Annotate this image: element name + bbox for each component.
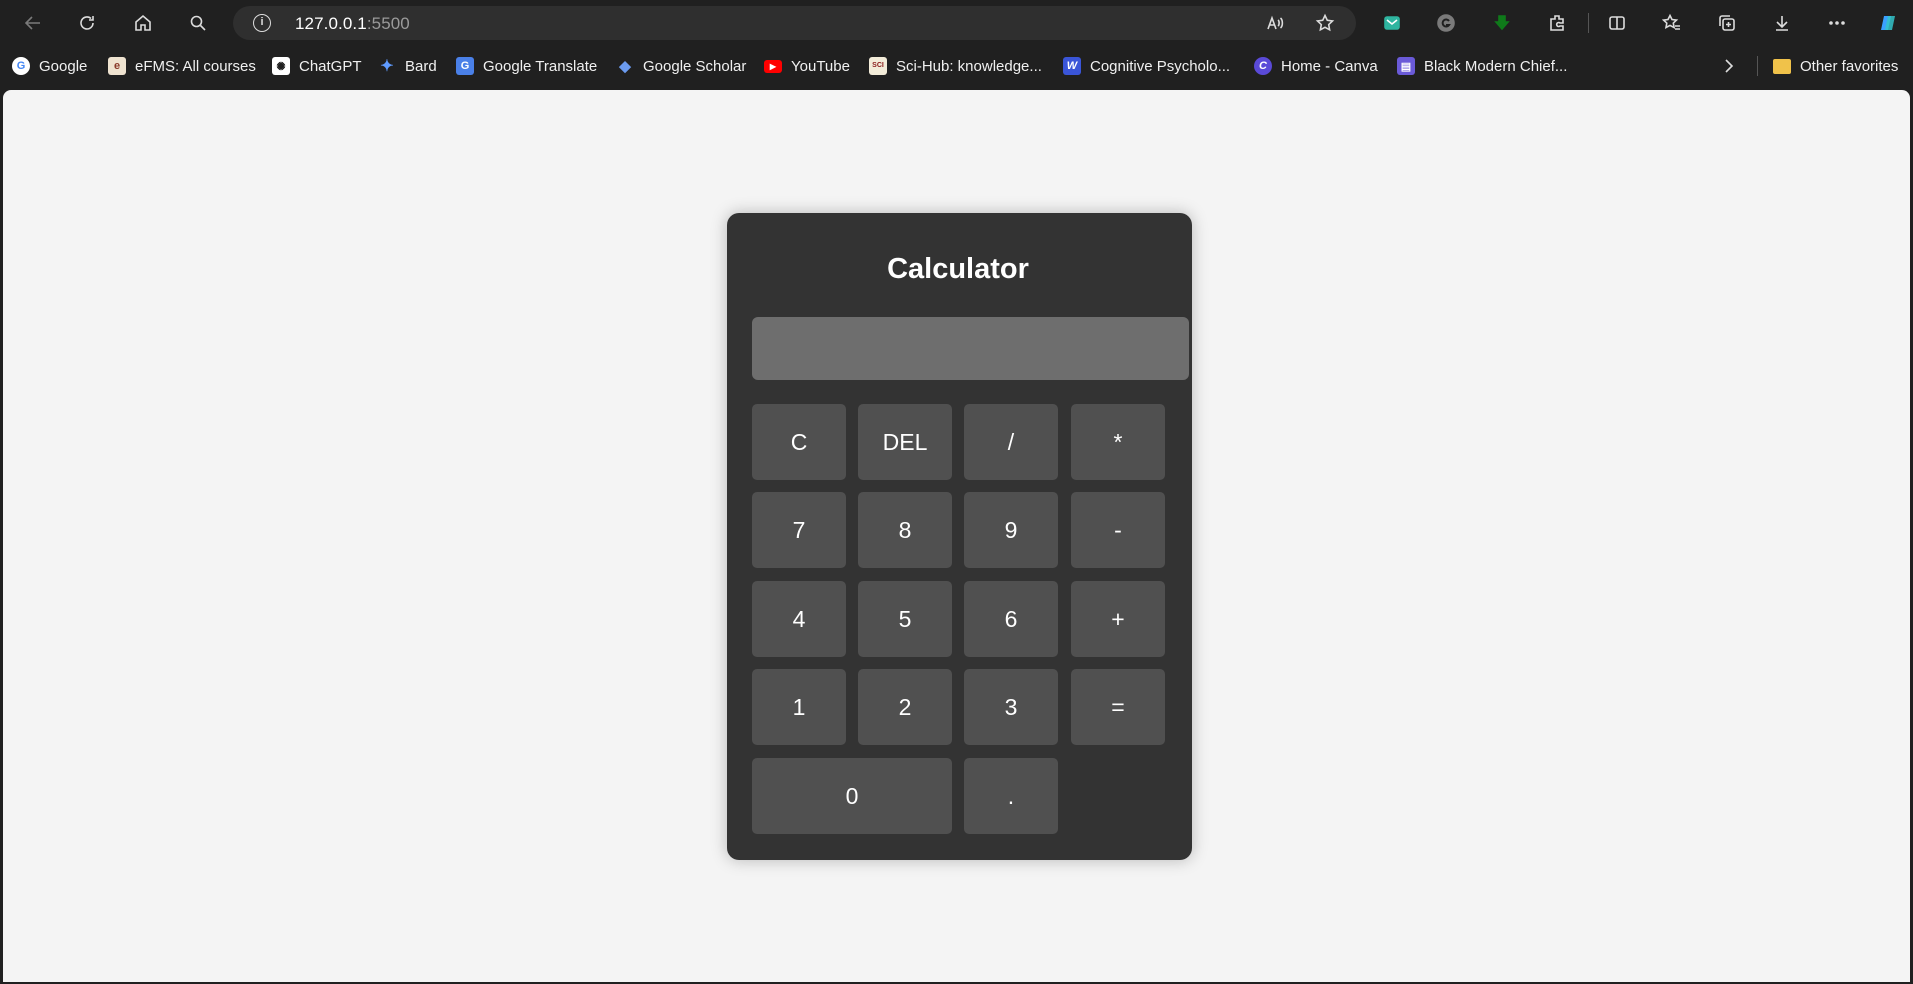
collections-icon[interactable] <box>1715 11 1739 35</box>
chatgpt-icon: ✺ <box>272 57 290 75</box>
key-delete[interactable]: DEL <box>858 404 952 480</box>
refresh-icon[interactable] <box>75 11 99 35</box>
favorites-icon[interactable] <box>1660 11 1684 35</box>
bookmark-label: Sci-Hub: knowledge... <box>896 57 1042 75</box>
word-icon: W <box>1063 57 1081 75</box>
bookmark-canva[interactable]: C Home - Canva <box>1254 55 1378 77</box>
calculator: Calculator C DEL / * 7 8 9 - 4 5 6 + 1 2… <box>727 213 1192 860</box>
translate-icon: G <box>456 57 474 75</box>
url-host: 127.0.0.1 <box>295 14 367 33</box>
page-content: Calculator C DEL / * 7 8 9 - 4 5 6 + 1 2… <box>3 90 1910 982</box>
address-bar[interactable]: i 127.0.0.1:5500 <box>233 6 1356 40</box>
more-options-icon[interactable] <box>1825 11 1849 35</box>
scholar-icon: ◆ <box>619 58 631 75</box>
copilot-icon[interactable] <box>1876 11 1900 35</box>
extensions-icon[interactable] <box>1545 11 1569 35</box>
bookmark-chatgpt[interactable]: ✺ ChatGPT <box>272 55 362 77</box>
bookmark-label: YouTube <box>791 57 850 75</box>
url-port: :5500 <box>366 14 410 33</box>
bookmark-label: Google Scholar <box>643 57 747 75</box>
doc-icon: ▤ <box>1397 57 1415 75</box>
canva-icon: C <box>1254 57 1272 75</box>
bookmarks-divider <box>1757 56 1758 76</box>
favorite-star-icon[interactable] <box>1313 11 1337 35</box>
download-extension-icon[interactable] <box>1490 11 1514 35</box>
bookmark-label: ChatGPT <box>299 57 362 75</box>
key-2[interactable]: 2 <box>858 669 952 745</box>
chevron-right-icon[interactable] <box>1717 54 1741 78</box>
efms-icon: e <box>108 57 126 75</box>
key-clear[interactable]: C <box>752 404 846 480</box>
google-icon: G <box>12 57 30 75</box>
key-0[interactable]: 0 <box>752 758 952 834</box>
folder-icon <box>1773 58 1791 74</box>
key-4[interactable]: 4 <box>752 581 846 657</box>
bookmark-efms[interactable]: e eFMS: All courses <box>108 55 256 77</box>
bookmark-label: eFMS: All courses <box>135 57 256 75</box>
key-decimal[interactable]: . <box>964 758 1058 834</box>
search-icon[interactable] <box>186 11 210 35</box>
bard-icon: ✦ <box>380 58 394 75</box>
bookmark-label: Google Translate <box>483 57 598 75</box>
key-divide[interactable]: / <box>964 404 1058 480</box>
bookmark-other-favorites[interactable]: Other favorites <box>1773 55 1898 77</box>
bookmark-google-translate[interactable]: G Google Translate <box>456 55 597 77</box>
calculator-display[interactable] <box>752 317 1189 380</box>
back-arrow-icon[interactable] <box>21 11 45 35</box>
bookmark-label: Other favorites <box>1800 57 1899 75</box>
calculator-title: Calculator <box>887 253 1029 285</box>
bookmark-bard[interactable]: ✦ Bard <box>378 55 437 77</box>
toolbar-divider <box>1588 13 1589 33</box>
key-9[interactable]: 9 <box>964 492 1058 568</box>
key-multiply[interactable]: * <box>1071 404 1165 480</box>
key-add[interactable]: + <box>1071 581 1165 657</box>
site-info-icon[interactable]: i <box>253 14 271 32</box>
read-aloud-icon[interactable] <box>1263 11 1287 35</box>
bookmark-scihub[interactable]: SCI Sci-Hub: knowledge... <box>869 55 1042 77</box>
bookmark-label: Black Modern Chief... <box>1424 57 1568 75</box>
downloads-icon[interactable] <box>1770 11 1794 35</box>
bookmark-google-scholar[interactable]: ◆ Google Scholar <box>616 55 746 77</box>
bookmark-label: Bard <box>405 57 437 75</box>
bookmark-black-modern-chief[interactable]: ▤ Black Modern Chief... <box>1397 55 1567 77</box>
bookmark-google[interactable]: G Google <box>12 55 87 77</box>
bookmark-label: Home - Canva <box>1281 57 1378 75</box>
grammarly-icon[interactable] <box>1434 11 1458 35</box>
url-text[interactable]: 127.0.0.1:5500 <box>295 14 410 34</box>
key-equals[interactable]: = <box>1071 669 1165 745</box>
key-7[interactable]: 7 <box>752 492 846 568</box>
key-8[interactable]: 8 <box>858 492 952 568</box>
bookmark-label: Google <box>39 57 88 75</box>
mail-extension-icon[interactable] <box>1380 11 1404 35</box>
youtube-icon: ▶ <box>764 59 782 73</box>
bookmark-label: Cognitive Psycholo... <box>1090 57 1231 75</box>
bookmarks-bar: G Google e eFMS: All courses ✺ ChatGPT ✦… <box>0 46 1913 86</box>
home-icon[interactable] <box>131 11 155 35</box>
key-1[interactable]: 1 <box>752 669 846 745</box>
key-6[interactable]: 6 <box>964 581 1058 657</box>
key-5[interactable]: 5 <box>858 581 952 657</box>
scihub-icon: SCI <box>869 57 887 75</box>
key-subtract[interactable]: - <box>1071 492 1165 568</box>
bookmark-youtube[interactable]: ▶ YouTube <box>764 55 850 77</box>
split-screen-icon[interactable] <box>1605 11 1629 35</box>
bookmark-cognitive-psychology[interactable]: W Cognitive Psycholo... <box>1063 55 1230 77</box>
browser-toolbar: i 127.0.0.1:5500 <box>0 0 1913 46</box>
key-3[interactable]: 3 <box>964 669 1058 745</box>
